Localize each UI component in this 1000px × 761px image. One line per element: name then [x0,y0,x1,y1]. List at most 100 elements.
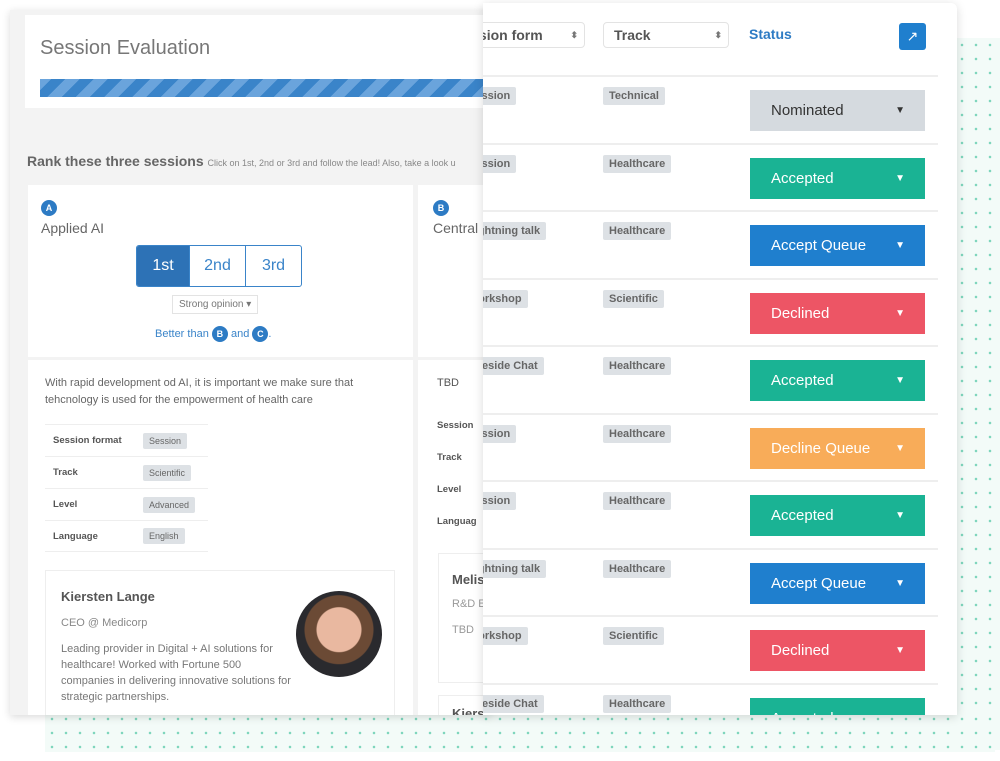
table-row: Session Technical Nominated ▼ [483,75,938,143]
status-dropdown[interactable]: Accepted ▼ [750,157,925,199]
status-label: Accepted [771,507,834,524]
meta-row: Session format Session [45,424,208,456]
session-form-filter[interactable]: Session form ⬍ [483,22,585,48]
sort-icon: ⬍ [714,30,722,40]
status-dropdown[interactable]: Accepted ▼ [750,360,925,401]
speaker-title: R&D E [452,598,486,610]
session-b-description: TBD [437,377,459,389]
session-b-title: Central [433,220,479,236]
track-chip: Technical [603,87,665,105]
status-label: Accept Queue [771,574,867,592]
meta-label: Languag [437,516,477,527]
status-label: Declined [771,304,830,322]
caret-down-icon: ▼ [895,698,905,716]
caret-down-icon: ▼ [895,645,905,656]
meta-label: Language [53,530,98,542]
caret-down-icon: ▼ [895,307,905,319]
table-row: Lightning talk Healthcare Accept Queue ▼ [483,547,938,616]
session-b-details: TBD Session Track Level Languag Melis R&… [418,360,490,715]
meta-row: Language English [45,520,208,552]
speaker-name: Melis [452,572,485,587]
meta-label: Track [53,467,78,478]
session-format-chip: Session [483,154,517,173]
session-a-meta: Session format Session Track Scientific Le… [45,424,208,552]
speaker-bio: Leading provider in Digital + AI solutio… [61,643,291,703]
rank-1st-button[interactable]: 1st [137,246,189,286]
better-than-text: Better than B and C. [155,326,271,342]
speaker-card: Kiersten Lange CEO @ Medicorp Leading pr… [45,570,395,715]
track-chip: Healthcare [603,694,672,713]
better-prefix: Better than [155,328,209,340]
status-dropdown[interactable]: Declined ▼ [750,630,925,671]
status-label: Accepted [771,710,834,716]
progress-bar [40,79,490,97]
sessions-table-panel: Session form ⬍ Track ⬍ Status ↗ Session Te… [483,3,957,715]
decorative-dots [955,38,1000,750]
status-label: Nominated [771,102,844,119]
evaluation-panel: Session Evaluation Rank these three sess… [10,10,490,715]
table-row: Session Healthcare Accepted ▼ [483,142,938,211]
status-column-header[interactable]: Status [749,26,792,42]
track-chip: Scientific [603,627,664,645]
caret-down-icon: ▼ [895,105,905,116]
session-format-chip: Fireside Chat [483,694,544,713]
status-dropdown[interactable]: Accepted ▼ [750,495,925,536]
status-label: Declined [771,642,830,659]
status-label: Accepted [771,169,834,187]
table-row: Workshop Scientific Declined ▼ [483,277,938,346]
meta-label: Level [53,499,78,510]
status-dropdown[interactable]: Declined ▼ [750,292,925,334]
track-label: Track [614,27,651,43]
meta-value: English [143,528,185,544]
status-dropdown[interactable]: Accept Queue ▼ [750,562,925,604]
track-chip: Scientific [603,289,664,308]
track-chip: Healthcare [603,492,672,510]
session-b-meta: Session Track Level Languag [437,410,477,538]
avatar [296,591,382,677]
status-dropdown[interactable]: Nominated ▼ [750,90,925,131]
status-label: Accept Queue [771,237,867,254]
better-suffix: . [268,328,272,340]
better-and: and [230,328,250,340]
meta-label: Session format [53,435,122,446]
rank-hint: Click on 1st, 2nd or 3rd and follow the … [207,158,456,168]
rank-heading: Rank these three sessions Click on 1st, … [27,153,456,169]
meta-label: Track [437,452,462,463]
session-b-card: B Central [418,185,490,357]
track-filter[interactable]: Track ⬍ [603,22,729,48]
rank-3rd-button[interactable]: 3rd [245,246,301,286]
session-a-card: A Applied AI 1st 2nd 3rd Strong opinion … [28,185,413,357]
session-a-details: With rapid development od AI, it is impo… [28,360,413,715]
status-label: Accepted [771,372,834,389]
status-dropdown[interactable]: Accepted ▼ [750,697,925,716]
meta-label: Level [437,484,462,495]
rank-2nd-button[interactable]: 2nd [189,246,245,286]
session-format-chip: Session [483,424,517,443]
meta-value: Advanced [143,496,196,513]
meta-row: Track Scientific [45,456,208,488]
table-row: Workshop Scientific Declined ▼ [483,615,938,683]
session-format-chip: Workshop [483,627,528,645]
session-a-title: Applied AI [41,220,105,236]
meta-value: Session [143,432,188,449]
opinion-dropdown[interactable]: Strong opinion ▾ [172,295,259,314]
speaker-title: CEO @ Medicorp [61,617,148,629]
track-chip: Healthcare [603,559,672,578]
edit-button[interactable]: ↗ [899,23,926,50]
caret-down-icon: ▼ [895,577,905,589]
caret-down-icon: ▼ [895,172,905,184]
meta-row: Level Advanced [45,488,208,520]
table-row: Fireside Chat Healthcare Accepted ▼ [483,345,938,413]
rank-title: Rank these three sessions [27,153,204,169]
magic-wand-icon: ↗ [906,28,919,44]
table-row: Session Healthcare Accepted ▼ [483,480,938,548]
status-dropdown[interactable]: Accept Queue ▼ [750,225,925,266]
decorative-dots [45,712,995,752]
status-dropdown[interactable]: Decline Queue ▼ [750,427,925,469]
session-format-chip: Fireside Chat [483,357,544,375]
evaluation-header: Session Evaluation [25,15,490,108]
status-label: Decline Queue [771,439,871,457]
session-format-chip: Session [483,87,517,105]
session-form-label: Session form [483,27,543,43]
table-row: Fireside Chat Healthcare Accepted ▼ [483,682,938,716]
